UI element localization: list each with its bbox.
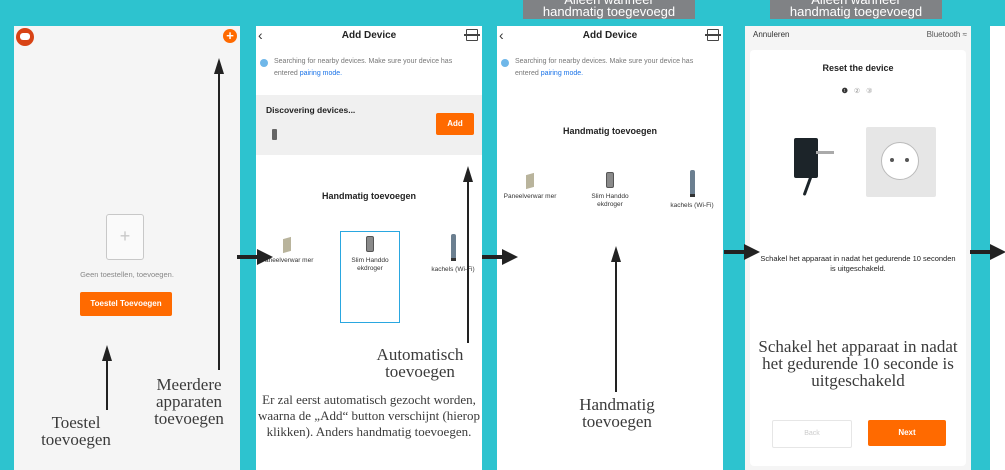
- empty-state-text: Geen toestellen, toevoegen.: [80, 270, 174, 279]
- annotation-reset-instruction: Schakel het apparaat in nadat het gedure…: [758, 337, 958, 390]
- power-socket-icon: [866, 127, 936, 197]
- discovering-panel: Discovering devices... Add: [256, 95, 482, 155]
- arrow-up-icon: [102, 345, 112, 361]
- annotation-automatic-add: Automatisch toevoegen: [376, 345, 464, 381]
- panel-heater-icon: [526, 172, 534, 190]
- bluetooth-search-icon: [501, 59, 509, 67]
- panel-heater-icon: [283, 236, 291, 254]
- page-title: Add Device: [582, 30, 638, 41]
- annotation-description: Er zal eerst automatisch gezocht worden,…: [258, 392, 481, 439]
- step-1: ❶: [841, 88, 850, 95]
- empty-document-icon: +: [106, 214, 144, 260]
- arrow-right-icon: [970, 244, 1005, 260]
- search-status: Searching for nearby devices. Make sure …: [497, 56, 723, 96]
- scan-icon[interactable]: [705, 29, 721, 41]
- pairing-mode-link[interactable]: pairing mode.: [541, 70, 583, 77]
- label-main-text: handmatig toegevoegd: [789, 4, 923, 19]
- arrow-line: [615, 260, 617, 392]
- manual-add-title: Handmatig toevoegen: [562, 126, 657, 136]
- screen-add-device: ‹ Add Device Searching for nearby device…: [256, 26, 482, 470]
- add-device-button[interactable]: Toestel Toevoegen: [80, 292, 172, 316]
- back-button[interactable]: Back: [772, 420, 852, 448]
- step-3: ③: [866, 88, 875, 95]
- device-wifi-heater[interactable]: kachels (Wi-Fi): [424, 234, 482, 274]
- arrow-line: [218, 72, 220, 370]
- reset-title: Reset the device: [822, 63, 894, 73]
- label-only-manual: Alleen wanneer handmatig toegevoegd: [523, 0, 695, 19]
- add-plus-button[interactable]: +: [223, 29, 237, 43]
- step-indicator: ❶ ② ③: [750, 87, 966, 95]
- next-button[interactable]: Next: [868, 420, 946, 446]
- wifi-heater-icon: [450, 234, 456, 261]
- arrow-line: [467, 180, 469, 343]
- search-text: Searching for nearby devices. Make sure …: [274, 56, 474, 80]
- app-logo-icon: [16, 28, 34, 46]
- device-towel-dryer[interactable]: Slim Handdo ekdroger: [581, 172, 639, 209]
- add-discovered-button[interactable]: Add: [436, 113, 474, 135]
- power-plug-icon: [794, 138, 834, 178]
- device-wifi-heater[interactable]: kachels (Wi-Fi): [663, 170, 721, 210]
- arrow-right-icon: [482, 249, 518, 265]
- arrow-right-icon: [724, 244, 760, 260]
- reset-instruction: Schakel het apparaat in nadat het gedure…: [760, 254, 956, 273]
- label-main-text: handmatig toegevoegd: [542, 4, 676, 19]
- header: ‹ Add Device: [256, 26, 482, 48]
- step-2: ②: [853, 88, 863, 95]
- search-status: Searching for nearby devices. Make sure …: [256, 56, 482, 96]
- screen-manual-add: ‹ Add Device Searching for nearby device…: [497, 26, 723, 470]
- annotation-add-device: Toestel toevoegen: [41, 413, 111, 449]
- annotation-manual-add: Handmatig toevoegen: [579, 395, 655, 431]
- wifi-heater-icon: [689, 170, 695, 197]
- bluetooth-link[interactable]: Bluetooth ≈: [927, 30, 967, 39]
- scan-icon[interactable]: [464, 29, 480, 41]
- device-panel-heater[interactable]: Paneelverwar mer: [501, 172, 559, 201]
- device-label: Slim Handdo ekdroger: [591, 193, 629, 208]
- search-text: Searching for nearby devices. Make sure …: [515, 56, 715, 80]
- screen-reset-device: Annuleren Bluetooth ≈ Reset the device ❶…: [745, 26, 971, 470]
- device-label: Paneelverwar mer: [503, 193, 557, 200]
- cancel-link[interactable]: Annuleren: [753, 30, 789, 39]
- header: ‹ Add Device: [497, 26, 723, 48]
- pairing-mode-link[interactable]: pairing mode.: [300, 70, 342, 77]
- screen-home: + + Geen toestellen, toevoegen. Toestel …: [14, 26, 240, 470]
- annotation-multiple-devices: Meerdere apparaten toevoegen: [154, 375, 224, 428]
- label-only-manual: Alleen wanneer handmatig toegevoegd: [770, 0, 942, 19]
- arrow-line: [106, 360, 108, 410]
- manual-add-title: Handmatig toevoegen: [321, 191, 416, 201]
- reset-card: Reset the device ❶ ② ③ Schakel het appar…: [750, 50, 966, 466]
- page-title: Add Device: [341, 30, 397, 41]
- bluetooth-search-icon: [260, 59, 268, 67]
- arrow-right-icon: [237, 249, 273, 265]
- discovering-title: Discovering devices...: [266, 105, 356, 115]
- header: Annuleren Bluetooth ≈: [745, 26, 971, 46]
- discovered-device-icon: [272, 129, 277, 140]
- highlight-box: [340, 231, 400, 323]
- device-label: kachels (Wi-Fi): [670, 202, 714, 209]
- towel-dryer-icon: [606, 172, 614, 188]
